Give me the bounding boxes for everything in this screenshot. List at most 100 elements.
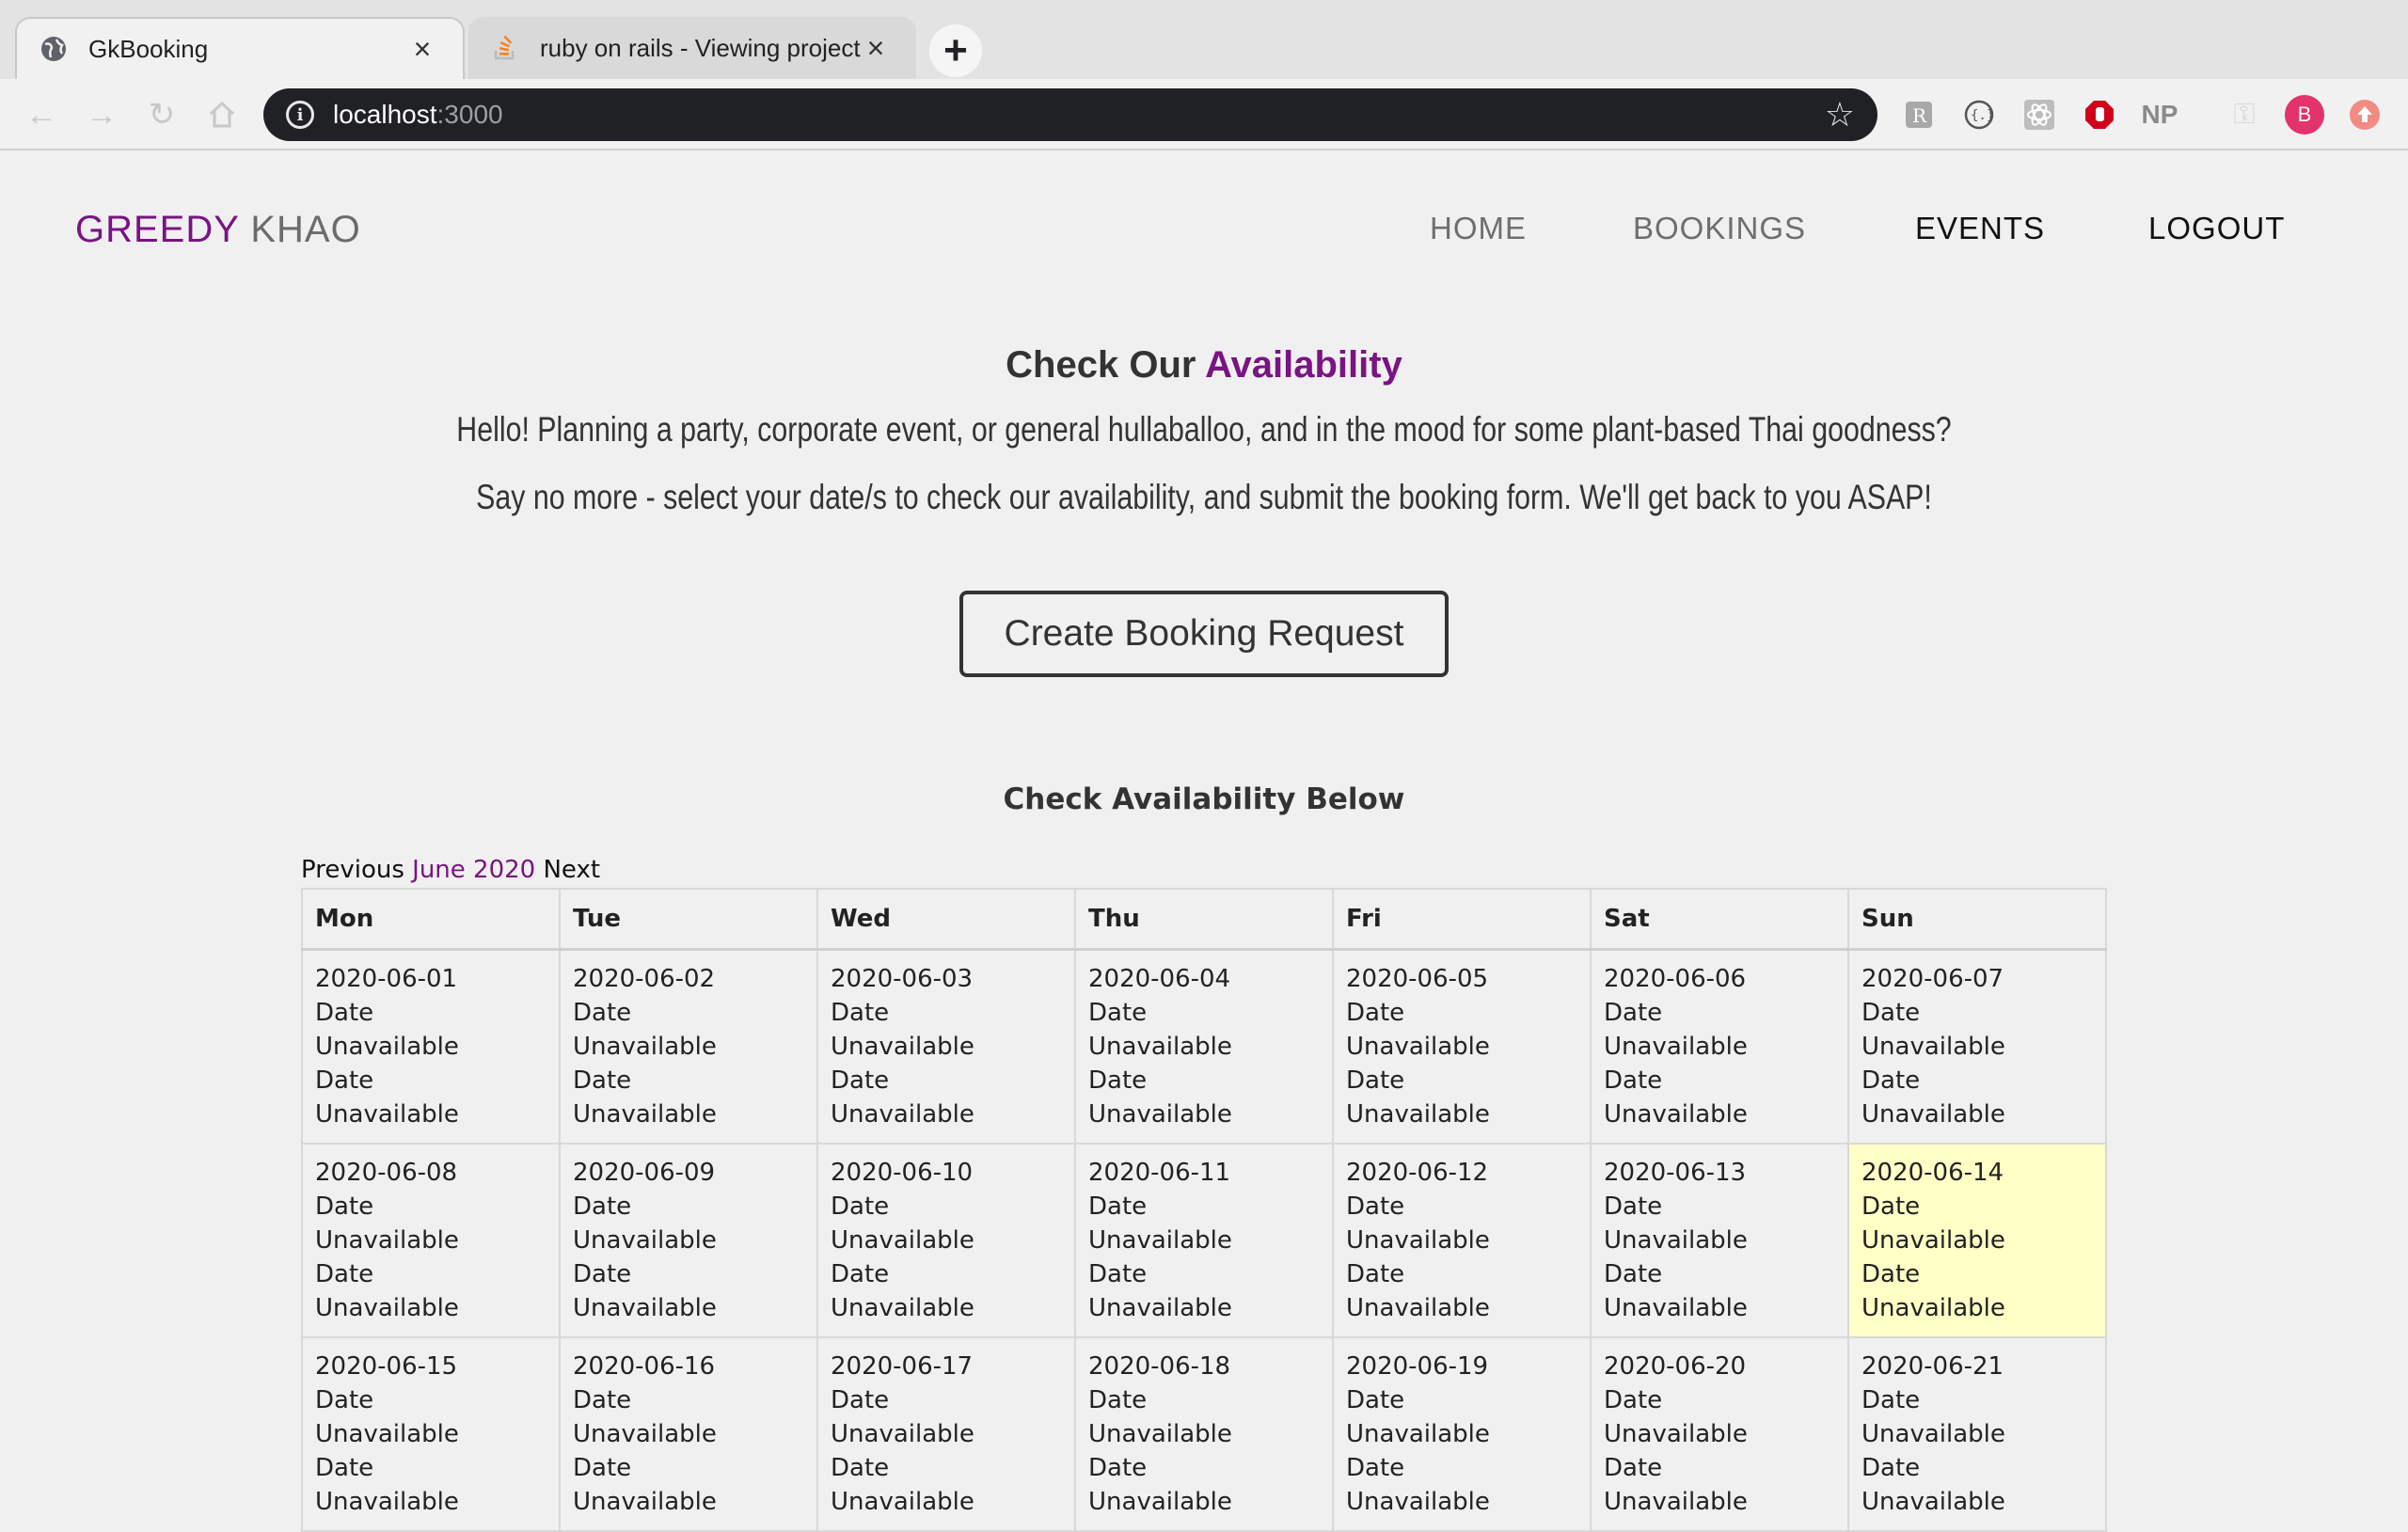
site-info-icon[interactable]: i (286, 101, 314, 129)
calendar-week-row: 2020-06-08 Date Unavailable Date Unavailable… (301, 1142, 2107, 1338)
day-status: Date (1346, 1385, 1405, 1414)
tab-title: ruby on rails - Viewing project (540, 33, 861, 62)
calendar-heading: Check Availability Below (1003, 782, 1405, 816)
calendar-day-cell[interactable]: 2020-06-06 Date Unavailable Date Unavailable (1590, 948, 1849, 1145)
month-navigation: Previous June 2020 Next (301, 856, 600, 884)
react-devtools-icon[interactable] (2019, 94, 2060, 135)
forward-arrow-icon[interactable]: → (83, 96, 120, 134)
day-status: Unavailable (1088, 1032, 1232, 1061)
calendar-day-cell[interactable]: 2020-06-04 Date Unavailable Date Unavailable (1074, 948, 1334, 1145)
day-status: Date (573, 1259, 632, 1288)
day-status: Unavailable (573, 1225, 717, 1255)
back-arrow-icon[interactable]: ← (23, 96, 60, 134)
calendar-day-cell[interactable]: 2020-06-01 Date Unavailable Date Unavailable (301, 948, 561, 1145)
page-heading: Check Our Availability (0, 344, 2408, 387)
browser-toolbar: ← → ↻ i localhost:3000 ☆ R {.} NP ⚿ B (0, 79, 2408, 150)
calendar-day-cell[interactable]: 2020-06-19 Date Unavailable Date Unavailable (1332, 1335, 1592, 1532)
home-icon[interactable] (203, 96, 241, 134)
day-status: Date (1346, 998, 1405, 1027)
profile-avatar[interactable]: B (2284, 94, 2325, 135)
day-status: Date (1861, 1066, 1921, 1095)
close-tab-icon[interactable]: × (408, 32, 436, 66)
nav-home[interactable]: HOME (1430, 211, 1527, 246)
previous-month-link[interactable]: Previous (301, 856, 404, 884)
address-bar[interactable]: i localhost:3000 ☆ (263, 88, 1877, 141)
calendar-day-cell[interactable]: 2020-06-13 Date Unavailable Date Unavailable (1590, 1142, 1849, 1338)
browser-tab-stackoverflow[interactable]: ruby on rails - Viewing project × (468, 17, 916, 79)
day-status: Unavailable (1861, 1099, 2005, 1129)
day-status: Date (1861, 1453, 1921, 1482)
next-month-link[interactable]: Next (543, 856, 600, 884)
close-tab-icon[interactable]: × (862, 31, 890, 65)
calendar-day-cell[interactable]: 2020-06-02 Date Unavailable Date Unavailable (559, 948, 818, 1145)
day-status: Date (1346, 1066, 1405, 1095)
calendar-day-cell[interactable]: 2020-06-11 Date Unavailable Date Unavailable (1074, 1142, 1334, 1338)
day-status: Unavailable (1346, 1419, 1490, 1448)
json-extension-icon[interactable]: {.} (1958, 94, 2000, 135)
calendar-day-cell[interactable]: 2020-06-16 Date Unavailable Date Unavailable (559, 1335, 818, 1532)
day-date: 2020-06-16 (573, 1351, 716, 1381)
create-booking-request-button[interactable]: Create Booking Request (959, 591, 1449, 677)
calendar-day-cell[interactable]: 2020-06-17 Date Unavailable Date Unavailable (816, 1335, 1076, 1532)
day-status: Unavailable (831, 1293, 974, 1322)
calendar-day-cell[interactable]: 2020-06-21 Date Unavailable Date Unavailable (1847, 1335, 2107, 1532)
calendar-day-cell[interactable]: 2020-06-03 Date Unavailable Date Unavailable (816, 948, 1076, 1145)
calendar-day-cell[interactable]: 2020-06-18 Date Unavailable Date Unavailable (1074, 1335, 1334, 1532)
key-icon[interactable]: ⚿ (2224, 94, 2265, 135)
day-status: Date (573, 1192, 632, 1221)
day-status: Unavailable (1088, 1419, 1232, 1448)
rails-extension-icon[interactable]: R (1898, 94, 1940, 135)
current-month-label: June 2020 (412, 856, 536, 884)
day-status: Unavailable (1346, 1225, 1490, 1255)
day-status: Date (1604, 1259, 1663, 1288)
day-status: Unavailable (831, 1032, 974, 1061)
bookmark-star-icon[interactable]: ☆ (1825, 95, 1855, 134)
brand-greedy: GREEDY (75, 209, 240, 250)
nav-logout[interactable]: LOGOUT (2148, 211, 2285, 246)
adblock-icon[interactable] (2079, 94, 2120, 135)
calendar-day-cell[interactable]: 2020-06-12 Date Unavailable Date Unavailable (1332, 1142, 1592, 1338)
day-status: Unavailable (1861, 1487, 2005, 1516)
stackoverflow-icon (491, 34, 519, 62)
new-tab-plus-icon[interactable]: + (929, 24, 982, 77)
calendar-day-cell[interactable]: 2020-06-20 Date Unavailable Date Unavailable (1590, 1335, 1849, 1532)
calendar-week-row: 2020-06-15 Date Unavailable Date Unavailable… (301, 1335, 2107, 1532)
day-status: Unavailable (1861, 1225, 2005, 1255)
calendar-day-cell[interactable]: 2020-06-15 Date Unavailable Date Unavailable (301, 1335, 561, 1532)
day-status: Unavailable (1346, 1487, 1490, 1516)
day-status: Date (1088, 1385, 1148, 1414)
day-status: Date (573, 1066, 632, 1095)
day-status: Unavailable (573, 1099, 717, 1129)
day-date: 2020-06-04 (1088, 964, 1231, 993)
browser-tab-gkbooking[interactable]: GkBooking × (15, 17, 465, 79)
day-header-tue: Tue (559, 888, 818, 951)
site-logo[interactable]: GREEDY KHAO (75, 209, 361, 251)
day-date: 2020-06-20 (1604, 1351, 1747, 1381)
reload-icon[interactable]: ↻ (143, 96, 181, 134)
day-status: Unavailable (573, 1419, 717, 1448)
intro-text-1: Hello! Planning a party, corporate event… (456, 410, 1952, 449)
calendar-day-cell[interactable]: 2020-06-09 Date Unavailable Date Unavailable (559, 1142, 818, 1338)
np-extension-icon[interactable]: NP (2139, 94, 2180, 135)
nav-events[interactable]: EVENTS (1915, 211, 2045, 246)
day-status: Unavailable (1861, 1293, 2005, 1322)
day-status: Unavailable (1088, 1293, 1232, 1322)
day-status: Unavailable (315, 1487, 459, 1516)
day-status: Date (315, 1259, 374, 1288)
update-icon[interactable] (2344, 94, 2385, 135)
calendar-day-cell[interactable]: 2020-06-14 Date Unavailable Date Unavailable (1847, 1142, 2107, 1338)
calendar-day-cell[interactable]: 2020-06-05 Date Unavailable Date Unavailable (1332, 948, 1592, 1145)
calendar-day-cell[interactable]: 2020-06-10 Date Unavailable Date Unavailable (816, 1142, 1076, 1338)
calendar-day-cell[interactable]: 2020-06-08 Date Unavailable Date Unavailable (301, 1142, 561, 1338)
calendar-day-cell[interactable]: 2020-06-07 Date Unavailable Date Unavailable (1847, 948, 2107, 1145)
day-status: Unavailable (1861, 1419, 2005, 1448)
day-status: Date (1346, 1453, 1405, 1482)
day-status: Date (573, 1453, 632, 1482)
day-status: Unavailable (1088, 1099, 1232, 1129)
day-status: Date (315, 1066, 374, 1095)
nav-bookings[interactable]: BOOKINGS (1633, 211, 1806, 246)
day-status: Date (831, 1453, 890, 1482)
day-status: Date (831, 1066, 890, 1095)
calendar-week-row: 2020-06-01 Date Unavailable Date Unavailable… (301, 948, 2107, 1145)
day-status: Date (831, 1385, 890, 1414)
